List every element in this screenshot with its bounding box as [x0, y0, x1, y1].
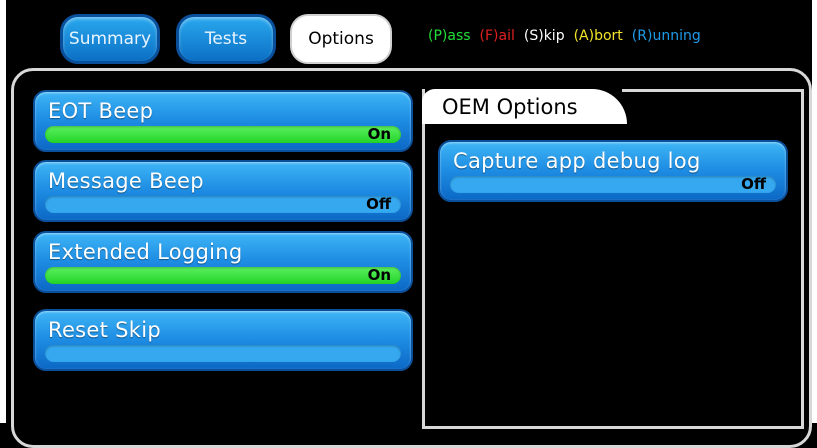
- setting-label: Message Beep: [48, 169, 204, 193]
- extended-logging-button[interactable]: Extended Logging On: [33, 231, 413, 293]
- setting-state: On: [367, 266, 391, 284]
- setting-label: Extended Logging: [48, 240, 243, 264]
- legend-fail: (F)ail: [479, 28, 515, 44]
- setting-label: Capture app debug log: [453, 149, 701, 173]
- reset-skip-button[interactable]: Reset Skip: [33, 309, 413, 371]
- setting-state-bar: [45, 345, 401, 362]
- message-beep-button[interactable]: Message Beep Off: [33, 160, 413, 222]
- oem-options-title: OEM Options: [422, 89, 627, 124]
- oem-options-border: [622, 89, 804, 92]
- legend-running: (R)unning: [631, 28, 701, 44]
- setting-state-bar: Off: [45, 196, 401, 213]
- legend-pass: (P)ass: [428, 28, 471, 44]
- status-legend: (P)ass (F)ail (S)kip (A)bort (R)unning: [428, 28, 701, 44]
- setting-state-bar: On: [45, 126, 401, 143]
- frame-right-edge: [812, 0, 817, 423]
- setting-state: Off: [741, 175, 766, 193]
- setting-label: Reset Skip: [48, 318, 161, 342]
- tab-tests[interactable]: Tests: [176, 14, 276, 64]
- legend-skip: (S)kip: [523, 28, 565, 44]
- setting-state: Off: [366, 195, 391, 213]
- capture-debug-log-button[interactable]: Capture app debug log Off: [438, 140, 788, 202]
- setting-state-bar: On: [45, 267, 401, 284]
- legend-abort: (A)bort: [573, 28, 623, 44]
- setting-state-bar: Off: [450, 176, 776, 193]
- setting-label: EOT Beep: [48, 99, 154, 123]
- tab-options[interactable]: Options: [290, 14, 392, 64]
- frame-left-edge: [0, 0, 6, 423]
- setting-state: On: [367, 125, 391, 143]
- eot-beep-button[interactable]: EOT Beep On: [33, 90, 413, 152]
- tab-summary[interactable]: Summary: [60, 14, 160, 64]
